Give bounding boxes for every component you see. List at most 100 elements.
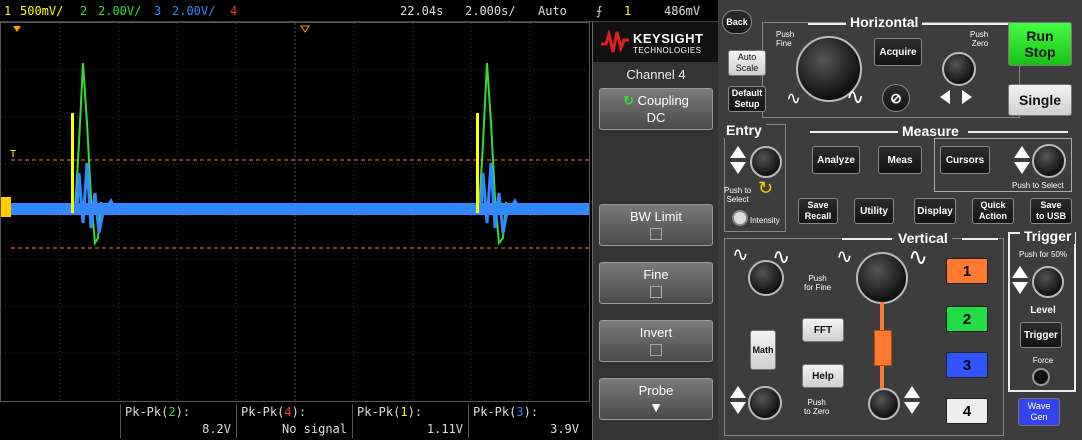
navigate-left-icon[interactable]: [940, 90, 950, 104]
sine-small-icon: ∿: [786, 88, 802, 108]
entry-up-icon[interactable]: [730, 146, 746, 158]
coupling-softkey[interactable]: ↻ Coupling DC: [599, 88, 713, 130]
ch3-burst-2: [479, 162, 523, 234]
keysight-wave-icon: [601, 30, 629, 54]
ch2-scale[interactable]: 2.00V/: [98, 4, 141, 18]
ch3-burst-1: [75, 162, 119, 234]
trigger-position-marker[interactable]: [13, 26, 21, 32]
back-button[interactable]: Back: [722, 10, 752, 34]
push-to-zero-label: Push to Zero: [804, 398, 830, 416]
submenu-arrow-icon: ▼: [649, 399, 663, 415]
timebase-readout: 2.000s/: [465, 4, 516, 18]
help-button[interactable]: Help: [802, 364, 844, 388]
trigger-mode: Auto: [538, 4, 567, 18]
channel-4-button[interactable]: 4: [946, 398, 988, 424]
fft-button[interactable]: FFT: [802, 318, 844, 342]
probe-softkey[interactable]: Probe ▼: [599, 378, 713, 420]
cursors-button[interactable]: Cursors: [940, 146, 990, 174]
intensity-label: Intensity: [750, 216, 780, 225]
vertical-position-knob[interactable]: [868, 388, 900, 420]
channel-position-indicator: [874, 330, 892, 366]
ch1-scale[interactable]: 500mV/: [20, 4, 63, 18]
force-trigger-button[interactable]: [1032, 368, 1050, 386]
sine-large-icon: ∿: [846, 84, 865, 109]
math-button[interactable]: Math: [750, 330, 776, 370]
utility-button[interactable]: Utility: [854, 198, 894, 224]
measurement-value: 8.2V: [202, 422, 231, 436]
horizontal-title: Horizontal: [846, 14, 923, 30]
entry-knob[interactable]: [750, 146, 782, 178]
ch3-number: 3: [154, 4, 162, 18]
wave-gen-button[interactable]: Wave Gen: [1018, 398, 1060, 426]
checkbox-icon: [650, 228, 662, 240]
keysight-logo: KEYSIGHT TECHNOLOGIES: [593, 22, 719, 62]
math-position-knob[interactable]: [748, 386, 782, 420]
measurement-pkpk-ch3[interactable]: Pk-Pk(3): 3.9V: [468, 404, 583, 438]
vertical-down-icon[interactable]: [730, 402, 746, 414]
ch3-scale[interactable]: 2.00V/: [172, 4, 215, 18]
push-fine-label: Push Fine: [776, 30, 795, 48]
entry-title: Entry: [722, 122, 766, 138]
ch1-edge-1: [71, 113, 74, 213]
acquire-button[interactable]: Acquire: [874, 38, 922, 66]
horizontal-position-knob[interactable]: [942, 52, 976, 86]
cursors-knob[interactable]: [1032, 144, 1066, 178]
measurement-pkpk-ch1[interactable]: Pk-Pk(1): 1.11V: [352, 404, 467, 438]
trigger-level: 486mV: [664, 4, 701, 18]
force-label: Force: [1032, 356, 1054, 365]
zoom-search-icon[interactable]: ⊘: [882, 84, 910, 112]
entry-down-icon[interactable]: [730, 162, 746, 174]
delay-reference-marker: [300, 25, 310, 33]
trigger-button[interactable]: Trigger: [1020, 322, 1062, 348]
navigate-right-icon[interactable]: [962, 90, 972, 104]
push-for-fine-label: Push for Fine: [804, 274, 832, 292]
invert-softkey[interactable]: Invert: [599, 320, 713, 362]
single-button[interactable]: Single: [1008, 84, 1072, 116]
measurement-pkpk-ch2[interactable]: Pk-Pk(2): 8.2V: [120, 404, 235, 438]
softkey-menu: KEYSIGHT TECHNOLOGIES Channel 4 ↻ Coupli…: [592, 22, 719, 440]
measurement-pkpk-ch4[interactable]: Pk-Pk(4): No signal: [236, 404, 351, 438]
measurement-value: No signal: [281, 422, 347, 436]
waveform-display[interactable]: T: [0, 22, 590, 402]
run-stop-button[interactable]: Run Stop: [1008, 22, 1072, 66]
cursor-down-icon[interactable]: [1014, 162, 1030, 174]
analyze-button[interactable]: Analyze: [812, 146, 860, 174]
trigger-down-icon[interactable]: [1012, 282, 1028, 294]
channel-1-button[interactable]: 1: [946, 258, 988, 284]
intensity-knob[interactable]: [732, 210, 748, 226]
meas-button[interactable]: Meas: [878, 146, 922, 174]
channel-3-button[interactable]: 3: [946, 352, 988, 378]
trigger-edge-icon: ⨍: [596, 4, 603, 18]
save-recall-button[interactable]: Save Recall: [798, 198, 838, 224]
sine-small-icon: ∿: [732, 244, 749, 266]
trigger-source: 1: [624, 4, 632, 18]
auto-scale-button[interactable]: Auto Scale: [728, 50, 766, 76]
measure-title: Measure: [898, 123, 963, 139]
channel-2-button[interactable]: 2: [946, 306, 988, 332]
rotate-icon: ↻: [623, 93, 634, 108]
trigger-level-knob[interactable]: [1032, 266, 1064, 298]
display-button[interactable]: Display: [914, 198, 956, 224]
scope-screen: 1 500mV/ 2 2.00V/ 3 2.00V/ 4 22.04s 2.00…: [0, 0, 719, 440]
quick-action-button[interactable]: Quick Action: [972, 198, 1014, 224]
fine-softkey[interactable]: Fine: [599, 262, 713, 304]
measurement-value: 1.11V: [426, 422, 463, 436]
bw-limit-softkey[interactable]: BW Limit: [599, 204, 713, 246]
ch4-number: 4: [230, 4, 238, 18]
default-setup-button[interactable]: Default Setup: [728, 86, 766, 112]
trigger-title: Trigger: [1020, 228, 1076, 244]
math-scale-knob[interactable]: [748, 260, 784, 296]
measurement-value: 3.9V: [550, 422, 579, 436]
position-down-icon[interactable]: [904, 402, 920, 414]
save-to-usb-button[interactable]: Save to USB: [1030, 198, 1072, 224]
vertical-scale-knob[interactable]: [856, 252, 908, 304]
sine-large-icon: ∿: [908, 244, 929, 271]
front-panel: Back Horizontal Push Fine Push Zero Acqu…: [718, 0, 1082, 440]
vertical-up-icon[interactable]: [730, 386, 746, 398]
ch1-edge-2: [476, 113, 479, 213]
cursor-up-icon[interactable]: [1014, 146, 1030, 158]
position-up-icon[interactable]: [904, 386, 920, 398]
channel-ground-marker[interactable]: [1, 197, 11, 217]
trigger-up-icon[interactable]: [1012, 266, 1028, 278]
push-to-select-cursors-label: Push to Select: [1012, 181, 1064, 190]
